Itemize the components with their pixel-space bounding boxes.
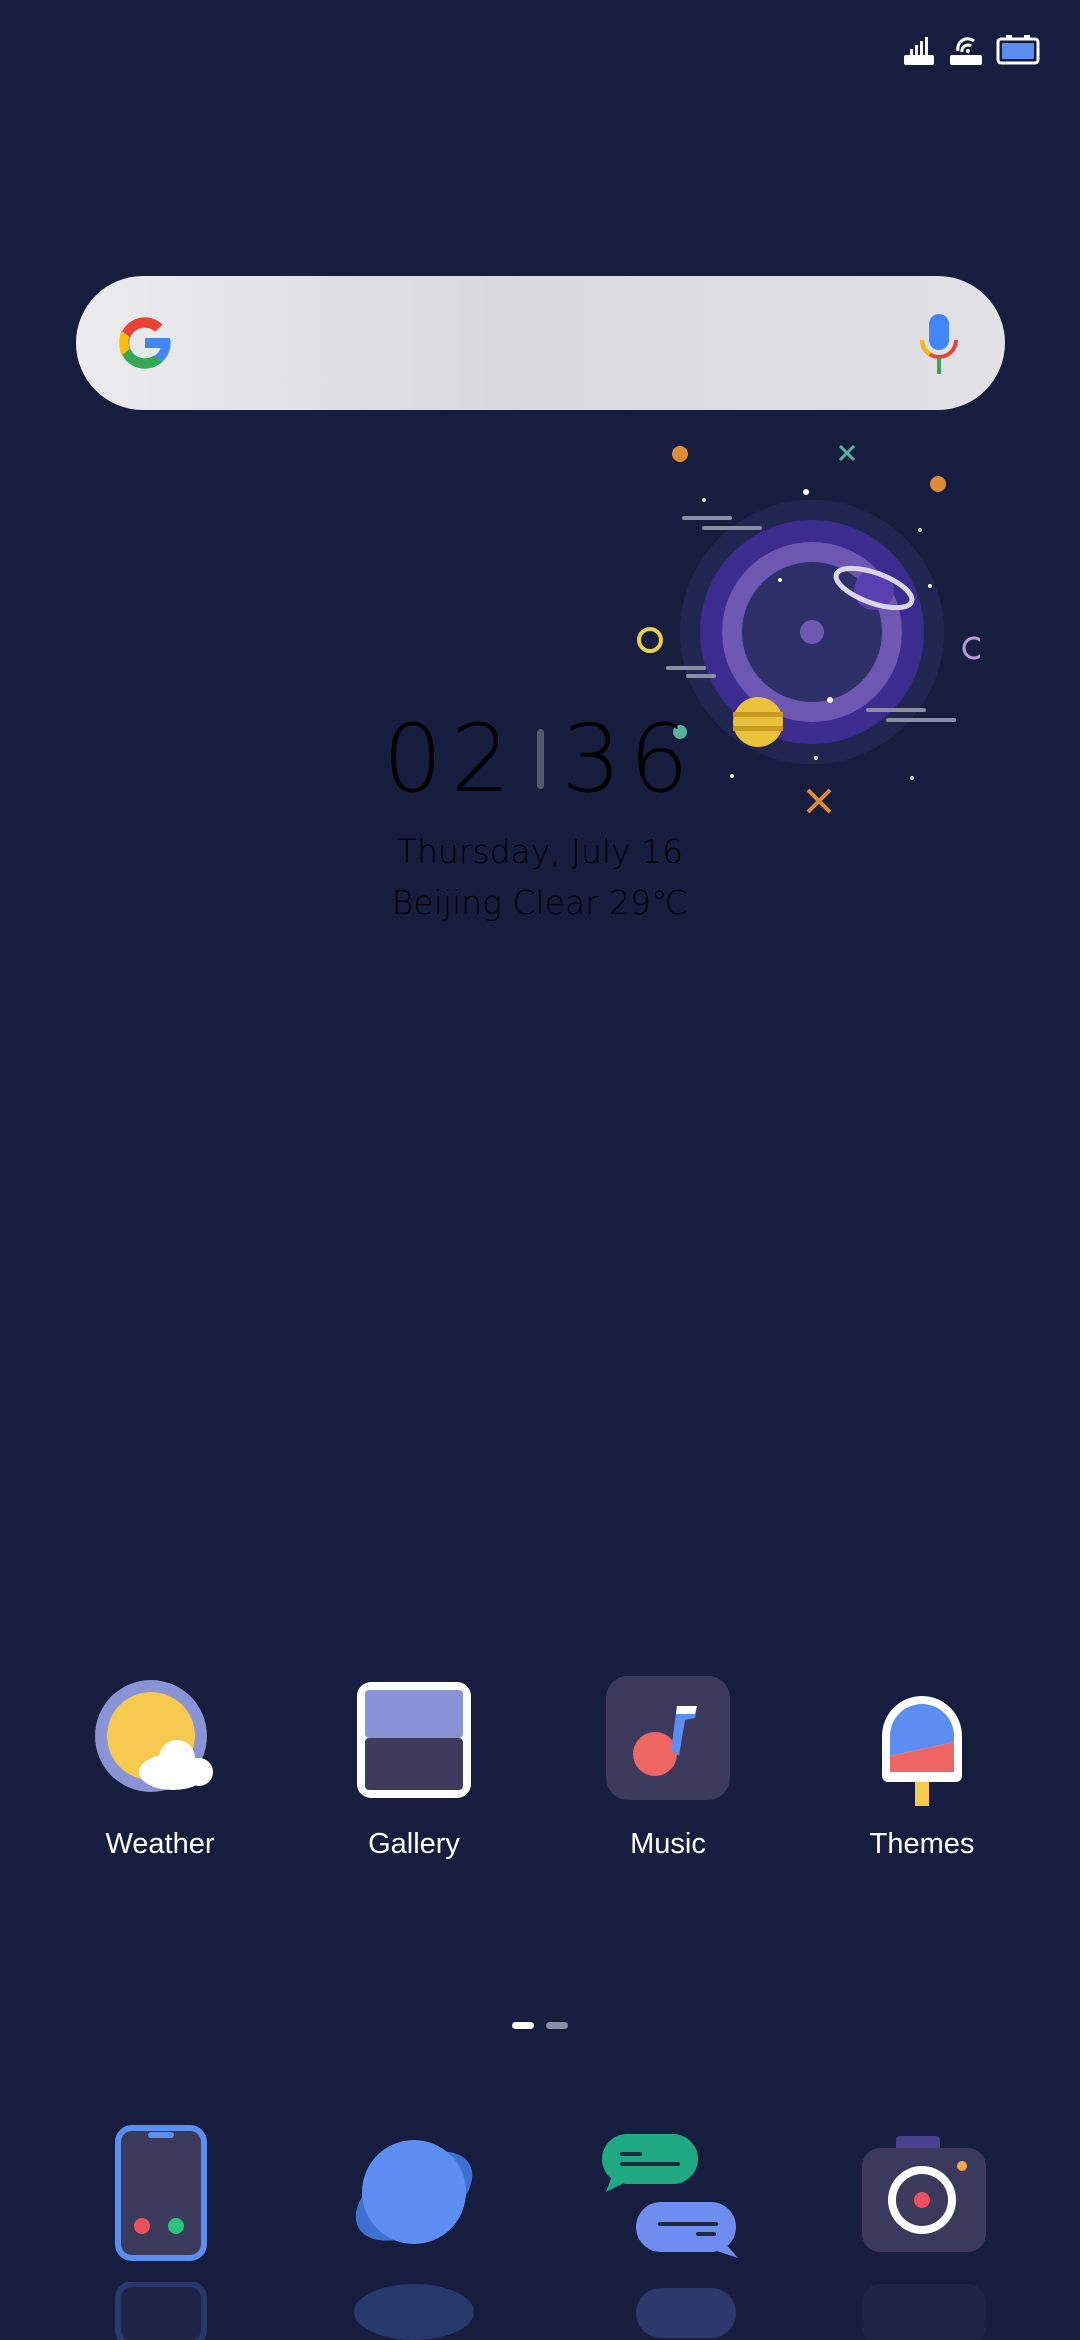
- clock-widget[interactable]: 02 36 Thursday, July 16 Beijing Clear 29℃: [0, 710, 1080, 923]
- themes-icon: [882, 1696, 962, 1808]
- camera-icon: [862, 2136, 986, 2252]
- wifi-icon: [950, 37, 982, 65]
- page-dot-2[interactable]: [546, 2022, 568, 2029]
- dock-reflection: [0, 2282, 1080, 2340]
- status-bar: [902, 30, 1040, 70]
- app-label: Gallery: [368, 1828, 460, 1860]
- battery-icon: [996, 35, 1040, 65]
- clock-hours: 02: [382, 705, 519, 814]
- weather-icon: [95, 1680, 213, 1792]
- browser-icon: [355, 2140, 473, 2244]
- app-weather[interactable]: Weather: [60, 1676, 260, 1861]
- phone-icon: [115, 2125, 207, 2261]
- clock-weather: Beijing Clear 29℃: [391, 883, 689, 922]
- app-label: Weather: [105, 1828, 215, 1860]
- clock-time: 02 36: [0, 710, 1080, 810]
- clock-minutes: 36: [561, 705, 698, 814]
- messages-icon: [602, 2134, 738, 2258]
- music-icon: [606, 1676, 730, 1800]
- dock-camera[interactable]: [856, 2122, 996, 2262]
- dock-messages[interactable]: [596, 2122, 746, 2262]
- app-label: Music: [630, 1828, 706, 1860]
- clock-separator: [536, 729, 544, 789]
- google-g-icon: [119, 317, 172, 369]
- dock-browser[interactable]: [344, 2122, 484, 2262]
- gallery-icon: [357, 1682, 471, 1798]
- google-search-bar[interactable]: [76, 276, 1005, 410]
- page-dot-1[interactable]: [512, 2022, 534, 2029]
- app-themes[interactable]: Themes: [822, 1676, 1022, 1861]
- app-label: Themes: [869, 1828, 975, 1860]
- microphone-icon[interactable]: [917, 312, 961, 376]
- dock-phone[interactable]: [92, 2122, 232, 2262]
- app-gallery[interactable]: Gallery: [314, 1676, 514, 1861]
- clock-date: Thursday, July 16: [396, 832, 684, 871]
- signal-icon: [904, 37, 934, 65]
- page-indicator: [0, 2022, 1080, 2029]
- app-music[interactable]: Music: [568, 1676, 768, 1861]
